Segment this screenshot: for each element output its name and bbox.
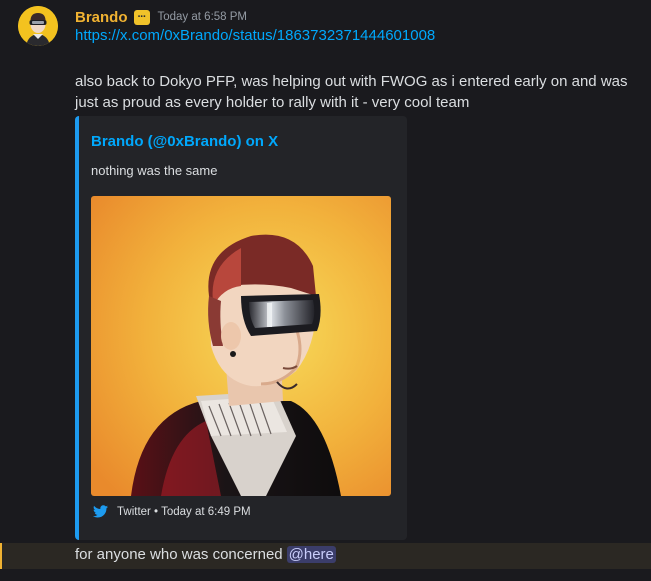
status-link[interactable]: https://x.com/0xBrando/status/1863732371… xyxy=(75,27,435,44)
twitter-bird-icon xyxy=(93,505,108,518)
message-timestamp[interactable]: Today at 6:58 PM xyxy=(158,11,248,23)
embed-image[interactable] xyxy=(91,196,391,496)
message-group: Brando ··· Today at 6:58 PM https://x.co… xyxy=(0,0,651,581)
username[interactable]: Brando xyxy=(75,9,128,26)
here-mention[interactable]: @here xyxy=(286,546,336,563)
embed-author[interactable]: Brando (@0xBrando) on X xyxy=(91,133,278,150)
avatar[interactable] xyxy=(18,6,58,46)
followup-message: for anyone who was concerned @here xyxy=(75,546,336,563)
ellipsis-badge-icon[interactable]: ··· xyxy=(133,9,150,25)
message-header: Brando ··· Today at 6:58 PM xyxy=(75,6,247,28)
twitter-embed: Brando (@0xBrando) on X nothing was the … xyxy=(75,116,407,540)
embed-description: nothing was the same xyxy=(91,163,218,178)
mentioned-message-row: for anyone who was concerned @here xyxy=(0,543,651,569)
embed-footer-text: Twitter • Today at 6:49 PM xyxy=(117,505,251,518)
mention-highlight-bar xyxy=(0,543,2,569)
followup-text: for anyone who was concerned xyxy=(75,546,283,563)
embed-footer: Twitter • Today at 6:49 PM xyxy=(93,505,251,518)
message-text: also back to Dokyo PFP, was helping out … xyxy=(75,73,628,111)
